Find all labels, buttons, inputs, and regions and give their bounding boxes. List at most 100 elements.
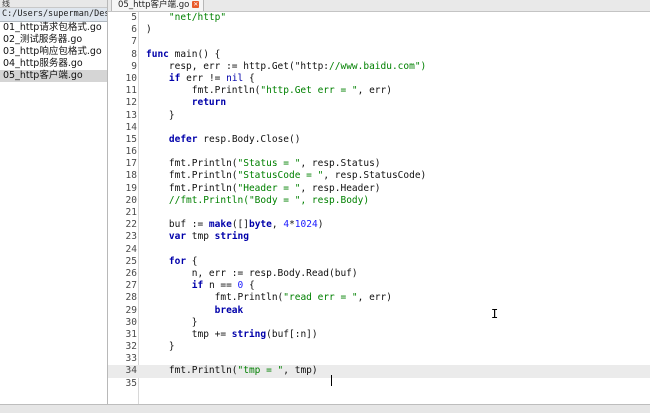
line-number: 20 xyxy=(125,194,137,206)
code-text[interactable]: for { xyxy=(146,256,198,268)
code-text[interactable]: fmt.Println("read err = ", err) xyxy=(146,292,392,304)
code-text[interactable]: func main() { xyxy=(146,49,220,61)
line-number: 11 xyxy=(125,85,137,97)
code-text[interactable]: } xyxy=(146,317,198,329)
line-number: 6 xyxy=(131,24,137,36)
code-line[interactable]: 22 buf := make([]byte, 4*1024) xyxy=(108,219,650,231)
code-line[interactable]: 15 defer resp.Body.Close() xyxy=(108,134,650,146)
code-line[interactable]: 29 break xyxy=(108,305,650,317)
code-line[interactable]: 20 //fmt.Println("Body = ", resp.Body) xyxy=(108,195,650,207)
code-line[interactable]: 25 for { xyxy=(108,256,650,268)
code-text[interactable]: fmt.Println("http.Get err = ", err) xyxy=(146,85,392,97)
folder-path: C:/Users/superman/Deskt xyxy=(0,8,107,22)
line-number: 34 xyxy=(125,365,137,377)
code-text[interactable]: buf := make([]byte, 4*1024) xyxy=(146,219,324,231)
line-number: 13 xyxy=(125,109,137,121)
code-line[interactable]: 33 xyxy=(108,353,650,365)
line-number: 7 xyxy=(131,36,137,48)
code-line[interactable]: 34 fmt.Println("tmp = ", tmp) xyxy=(108,365,650,378)
code-editor[interactable]: 5 "net/http" 6) 7 8 func main() {9 resp, err… xyxy=(108,12,650,404)
close-icon[interactable]: ✕ xyxy=(192,1,200,8)
code-text[interactable]: break xyxy=(146,305,244,317)
line-number: 30 xyxy=(125,316,137,328)
tab-label: 05_http客户端.go xyxy=(118,0,190,10)
line-number: 15 xyxy=(125,133,137,145)
line-number: 10 xyxy=(125,72,137,84)
code-line[interactable]: 9 resp, err := http.Get("http://www.baid… xyxy=(108,61,650,73)
code-text[interactable]: if err != nil { xyxy=(146,73,255,85)
code-text[interactable]: ) xyxy=(146,24,152,36)
code-line[interactable]: 26 n, err := resp.Body.Read(buf) xyxy=(108,268,650,280)
line-number: 18 xyxy=(125,170,137,182)
code-text[interactable]: var tmp string xyxy=(146,231,249,243)
line-number: 32 xyxy=(125,341,137,353)
code-line[interactable]: 19 fmt.Println("Header = ", resp.Header) xyxy=(108,183,650,195)
line-number: 25 xyxy=(125,255,137,267)
file-item[interactable]: 05_http客户端.go xyxy=(0,70,107,82)
line-number: 9 xyxy=(131,60,137,72)
code-line[interactable]: 10 if err != nil { xyxy=(108,73,650,85)
line-number: 35 xyxy=(125,377,137,389)
code-line[interactable]: 17 fmt.Println("Status = ", resp.Status) xyxy=(108,158,650,170)
code-line[interactable]: 11 fmt.Println("http.Get err = ", err) xyxy=(108,85,650,97)
code-text[interactable]: tmp += string(buf[:n]) xyxy=(146,329,318,341)
code-line[interactable]: 7 xyxy=(108,36,650,48)
line-number: 23 xyxy=(125,231,137,243)
code-line[interactable]: 31 tmp += string(buf[:n]) xyxy=(108,329,650,341)
code-text[interactable]: fmt.Println("Header = ", resp.Header) xyxy=(146,183,381,195)
code-text[interactable]: } xyxy=(146,110,175,122)
line-number: 27 xyxy=(125,280,137,292)
code-line[interactable]: 35 xyxy=(108,378,650,390)
code-line[interactable]: 13 } xyxy=(108,110,650,122)
code-line[interactable]: 23 var tmp string xyxy=(108,231,650,243)
panel-header: 线 xyxy=(0,0,107,8)
line-number: 29 xyxy=(125,304,137,316)
code-text[interactable]: return xyxy=(146,97,226,109)
line-number: 28 xyxy=(125,292,137,304)
line-number: 21 xyxy=(125,207,137,218)
line-number: 26 xyxy=(125,267,137,279)
code-text[interactable]: fmt.Println("tmp = ", tmp) xyxy=(146,365,318,377)
code-text[interactable]: fmt.Println("Status = ", resp.Status) xyxy=(146,158,381,170)
file-item[interactable]: 01_http请求包格式.go xyxy=(0,22,107,34)
code-line[interactable]: 24 xyxy=(108,244,650,256)
code-text[interactable]: defer resp.Body.Close() xyxy=(146,134,301,146)
code-line[interactable]: 5 "net/http" xyxy=(108,12,650,24)
mouse-ibeam-cursor-icon: I xyxy=(491,307,499,321)
code-line[interactable]: 12 return xyxy=(108,97,650,109)
editor-tab-bar: 05_http客户端.go ✕ xyxy=(108,0,650,12)
file-list: 01_http请求包格式.go 02_测试服务器.go 03_http响应包格式.g… xyxy=(0,22,107,82)
code-line[interactable]: 30 } xyxy=(108,317,650,329)
code-line[interactable]: 21 xyxy=(108,207,650,219)
line-number: 31 xyxy=(125,328,137,340)
line-number: 33 xyxy=(125,353,137,365)
code-text[interactable]: "net/http" xyxy=(146,12,226,24)
code-area[interactable]: 5 "net/http" 6) 7 8 func main() {9 resp, err… xyxy=(108,12,650,390)
code-line[interactable]: 32 } xyxy=(108,341,650,353)
code-line[interactable]: 6) xyxy=(108,24,650,36)
file-item[interactable]: 04_http服务器.go xyxy=(0,58,107,70)
code-line[interactable]: 8 func main() { xyxy=(108,49,650,61)
code-line[interactable]: 14 xyxy=(108,122,650,134)
code-line[interactable]: 27 if n == 0 { xyxy=(108,280,650,292)
line-number: 12 xyxy=(125,97,137,109)
file-item[interactable]: 03_http响应包格式.go xyxy=(0,46,107,58)
line-number: 16 xyxy=(125,146,137,158)
code-text[interactable]: //fmt.Println("Body = ", resp.Body) xyxy=(146,195,369,207)
line-number: 24 xyxy=(125,243,137,255)
line-number: 17 xyxy=(125,158,137,170)
line-number: 5 xyxy=(131,12,137,23)
line-number: 19 xyxy=(125,182,137,194)
code-text[interactable]: if n == 0 { xyxy=(146,280,255,292)
code-line[interactable]: 28 fmt.Println("read err = ", err) xyxy=(108,292,650,304)
code-text[interactable]: } xyxy=(146,341,175,353)
code-text[interactable]: resp, err := http.Get("http://www.baidu.… xyxy=(146,61,426,73)
line-number: 22 xyxy=(125,219,137,231)
code-line[interactable]: 18 fmt.Println("StatusCode = ", resp.Sta… xyxy=(108,170,650,182)
code-text[interactable]: fmt.Println("StatusCode = ", resp.Status… xyxy=(146,170,426,182)
tab-active-file[interactable]: 05_http客户端.go ✕ xyxy=(111,0,205,11)
code-text[interactable]: n, err := resp.Body.Read(buf) xyxy=(146,268,358,280)
code-line[interactable]: 16 xyxy=(108,146,650,158)
file-item[interactable]: 02_测试服务器.go xyxy=(0,34,107,46)
text-caret xyxy=(331,375,332,386)
